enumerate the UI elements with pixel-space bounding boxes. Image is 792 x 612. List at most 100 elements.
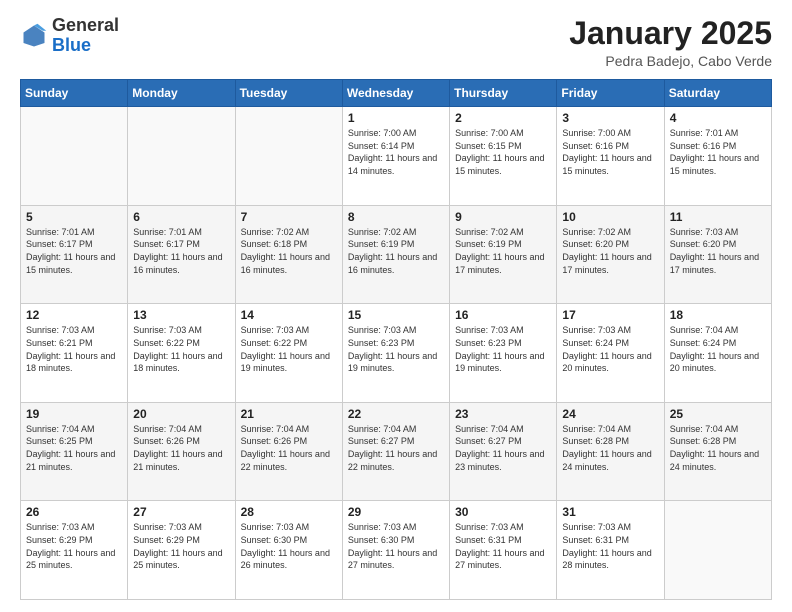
logo-general-text: General: [52, 15, 119, 35]
calendar-cell: 3 Sunrise: 7:00 AM Sunset: 6:16 PM Daylig…: [557, 107, 664, 206]
day-info: Sunrise: 7:01 AM Sunset: 6:17 PM Dayligh…: [133, 226, 229, 276]
day-info: Sunrise: 7:03 AM Sunset: 6:31 PM Dayligh…: [455, 521, 551, 571]
calendar-cell: 26Sunrise: 7:03 AM Sunset: 6:29 PM Dayli…: [21, 501, 128, 600]
day-info: Sunrise: 7:04 AM Sunset: 6:27 PM Dayligh…: [348, 423, 444, 473]
calendar-cell: 17Sunrise: 7:03 AM Sunset: 6:24 PM Dayli…: [557, 304, 664, 403]
day-number: 31: [562, 505, 658, 519]
day-info: Sunrise: 7:03 AM Sunset: 6:29 PM Dayligh…: [133, 521, 229, 571]
day-number: 14: [241, 308, 337, 322]
day-info: Sunrise: 7:03 AM Sunset: 6:31 PM Dayligh…: [562, 521, 658, 571]
calendar-cell: 30 Sunrise: 7:03 AM Sunset: 6:31 PM Dayli…: [450, 501, 557, 600]
calendar-cell: 14 Sunrise: 7:03 AM Sunset: 6:22 PM Dayli…: [235, 304, 342, 403]
weekday-header-row: Sunday Monday Tuesday Wednesday Thursday…: [21, 80, 772, 107]
day-number: 15: [348, 308, 444, 322]
header-friday: Friday: [557, 80, 664, 107]
day-number: 21: [241, 407, 337, 421]
calendar-cell: 4Sunrise: 7:01 AM Sunset: 6:16 PM Daylig…: [664, 107, 771, 206]
day-info: Sunrise: 7:03 AM Sunset: 6:22 PM Dayligh…: [133, 324, 229, 374]
calendar: Sunday Monday Tuesday Wednesday Thursday…: [20, 79, 772, 600]
page: General Blue January 2025 Pedra Badejo, …: [0, 0, 792, 612]
week-row-3: 19 Sunrise: 7:04 AM Sunset: 6:25 PM Dayli…: [21, 402, 772, 501]
calendar-cell: 28 Sunrise: 7:03 AM Sunset: 6:30 PM Dayli…: [235, 501, 342, 600]
logo-blue-text: Blue: [52, 35, 91, 55]
calendar-cell: 27 Sunrise: 7:03 AM Sunset: 6:29 PM Dayli…: [128, 501, 235, 600]
calendar-cell: 15 Sunrise: 7:03 AM Sunset: 6:23 PM Dayli…: [342, 304, 449, 403]
day-number: 20: [133, 407, 229, 421]
day-info: Sunrise: 7:04 AM Sunset: 6:24 PM Dayligh…: [670, 324, 766, 374]
calendar-cell: 7 Sunrise: 7:02 AM Sunset: 6:18 PM Daylig…: [235, 205, 342, 304]
day-info: Sunrise: 7:03 AM Sunset: 6:23 PM Dayligh…: [455, 324, 551, 374]
day-number: 17: [562, 308, 658, 322]
day-info: Sunrise: 7:04 AM Sunset: 6:28 PM Dayligh…: [670, 423, 766, 473]
day-number: 30: [455, 505, 551, 519]
day-number: 24: [562, 407, 658, 421]
calendar-cell: 22 Sunrise: 7:04 AM Sunset: 6:27 PM Dayli…: [342, 402, 449, 501]
day-info: Sunrise: 7:02 AM Sunset: 6:19 PM Dayligh…: [455, 226, 551, 276]
location: Pedra Badejo, Cabo Verde: [569, 53, 772, 69]
day-info: Sunrise: 7:04 AM Sunset: 6:26 PM Dayligh…: [133, 423, 229, 473]
day-number: 10: [562, 210, 658, 224]
header-thursday: Thursday: [450, 80, 557, 107]
day-number: 23: [455, 407, 551, 421]
calendar-cell: 13 Sunrise: 7:03 AM Sunset: 6:22 PM Dayli…: [128, 304, 235, 403]
day-number: 29: [348, 505, 444, 519]
calendar-cell: 6 Sunrise: 7:01 AM Sunset: 6:17 PM Daylig…: [128, 205, 235, 304]
calendar-cell: 12Sunrise: 7:03 AM Sunset: 6:21 PM Dayli…: [21, 304, 128, 403]
day-info: Sunrise: 7:04 AM Sunset: 6:25 PM Dayligh…: [26, 423, 122, 473]
day-info: Sunrise: 7:01 AM Sunset: 6:16 PM Dayligh…: [670, 127, 766, 177]
day-info: Sunrise: 7:02 AM Sunset: 6:18 PM Dayligh…: [241, 226, 337, 276]
header-tuesday: Tuesday: [235, 80, 342, 107]
day-info: Sunrise: 7:03 AM Sunset: 6:22 PM Dayligh…: [241, 324, 337, 374]
day-number: 25: [670, 407, 766, 421]
day-info: Sunrise: 7:03 AM Sunset: 6:30 PM Dayligh…: [348, 521, 444, 571]
header: General Blue January 2025 Pedra Badejo, …: [20, 16, 772, 69]
day-number: 16: [455, 308, 551, 322]
day-info: Sunrise: 7:03 AM Sunset: 6:20 PM Dayligh…: [670, 226, 766, 276]
logo: General Blue: [20, 16, 119, 56]
calendar-cell: [21, 107, 128, 206]
header-sunday: Sunday: [21, 80, 128, 107]
day-info: Sunrise: 7:02 AM Sunset: 6:20 PM Dayligh…: [562, 226, 658, 276]
day-info: Sunrise: 7:01 AM Sunset: 6:17 PM Dayligh…: [26, 226, 122, 276]
day-info: Sunrise: 7:02 AM Sunset: 6:19 PM Dayligh…: [348, 226, 444, 276]
calendar-cell: 21 Sunrise: 7:04 AM Sunset: 6:26 PM Dayli…: [235, 402, 342, 501]
calendar-cell: [235, 107, 342, 206]
day-number: 12: [26, 308, 122, 322]
day-info: Sunrise: 7:04 AM Sunset: 6:27 PM Dayligh…: [455, 423, 551, 473]
calendar-cell: 24Sunrise: 7:04 AM Sunset: 6:28 PM Dayli…: [557, 402, 664, 501]
day-info: Sunrise: 7:00 AM Sunset: 6:16 PM Dayligh…: [562, 127, 658, 177]
calendar-cell: 29 Sunrise: 7:03 AM Sunset: 6:30 PM Dayli…: [342, 501, 449, 600]
day-number: 7: [241, 210, 337, 224]
day-number: 6: [133, 210, 229, 224]
title-block: January 2025 Pedra Badejo, Cabo Verde: [569, 16, 772, 69]
calendar-cell: 31 Sunrise: 7:03 AM Sunset: 6:31 PM Dayli…: [557, 501, 664, 600]
calendar-cell: 20 Sunrise: 7:04 AM Sunset: 6:26 PM Dayli…: [128, 402, 235, 501]
day-info: Sunrise: 7:04 AM Sunset: 6:26 PM Dayligh…: [241, 423, 337, 473]
week-row-0: 1Sunrise: 7:00 AM Sunset: 6:14 PM Daylig…: [21, 107, 772, 206]
calendar-cell: 11 Sunrise: 7:03 AM Sunset: 6:20 PM Dayli…: [664, 205, 771, 304]
calendar-cell: 19 Sunrise: 7:04 AM Sunset: 6:25 PM Dayli…: [21, 402, 128, 501]
day-number: 27: [133, 505, 229, 519]
day-info: Sunrise: 7:03 AM Sunset: 6:23 PM Dayligh…: [348, 324, 444, 374]
calendar-cell: 9Sunrise: 7:02 AM Sunset: 6:19 PM Daylig…: [450, 205, 557, 304]
week-row-2: 12Sunrise: 7:03 AM Sunset: 6:21 PM Dayli…: [21, 304, 772, 403]
calendar-cell: 5 Sunrise: 7:01 AM Sunset: 6:17 PM Daylig…: [21, 205, 128, 304]
calendar-cell: 23 Sunrise: 7:04 AM Sunset: 6:27 PM Dayli…: [450, 402, 557, 501]
day-number: 26: [26, 505, 122, 519]
day-number: 1: [348, 111, 444, 125]
logo-icon: [20, 22, 48, 50]
day-number: 13: [133, 308, 229, 322]
day-number: 28: [241, 505, 337, 519]
day-number: 5: [26, 210, 122, 224]
day-number: 3: [562, 111, 658, 125]
calendar-cell: 2Sunrise: 7:00 AM Sunset: 6:15 PM Daylig…: [450, 107, 557, 206]
calendar-cell: [664, 501, 771, 600]
day-number: 11: [670, 210, 766, 224]
calendar-cell: 18Sunrise: 7:04 AM Sunset: 6:24 PM Dayli…: [664, 304, 771, 403]
day-number: 19: [26, 407, 122, 421]
day-info: Sunrise: 7:03 AM Sunset: 6:30 PM Dayligh…: [241, 521, 337, 571]
day-number: 22: [348, 407, 444, 421]
day-info: Sunrise: 7:00 AM Sunset: 6:15 PM Dayligh…: [455, 127, 551, 177]
calendar-cell: 1Sunrise: 7:00 AM Sunset: 6:14 PM Daylig…: [342, 107, 449, 206]
calendar-cell: 10 Sunrise: 7:02 AM Sunset: 6:20 PM Dayli…: [557, 205, 664, 304]
